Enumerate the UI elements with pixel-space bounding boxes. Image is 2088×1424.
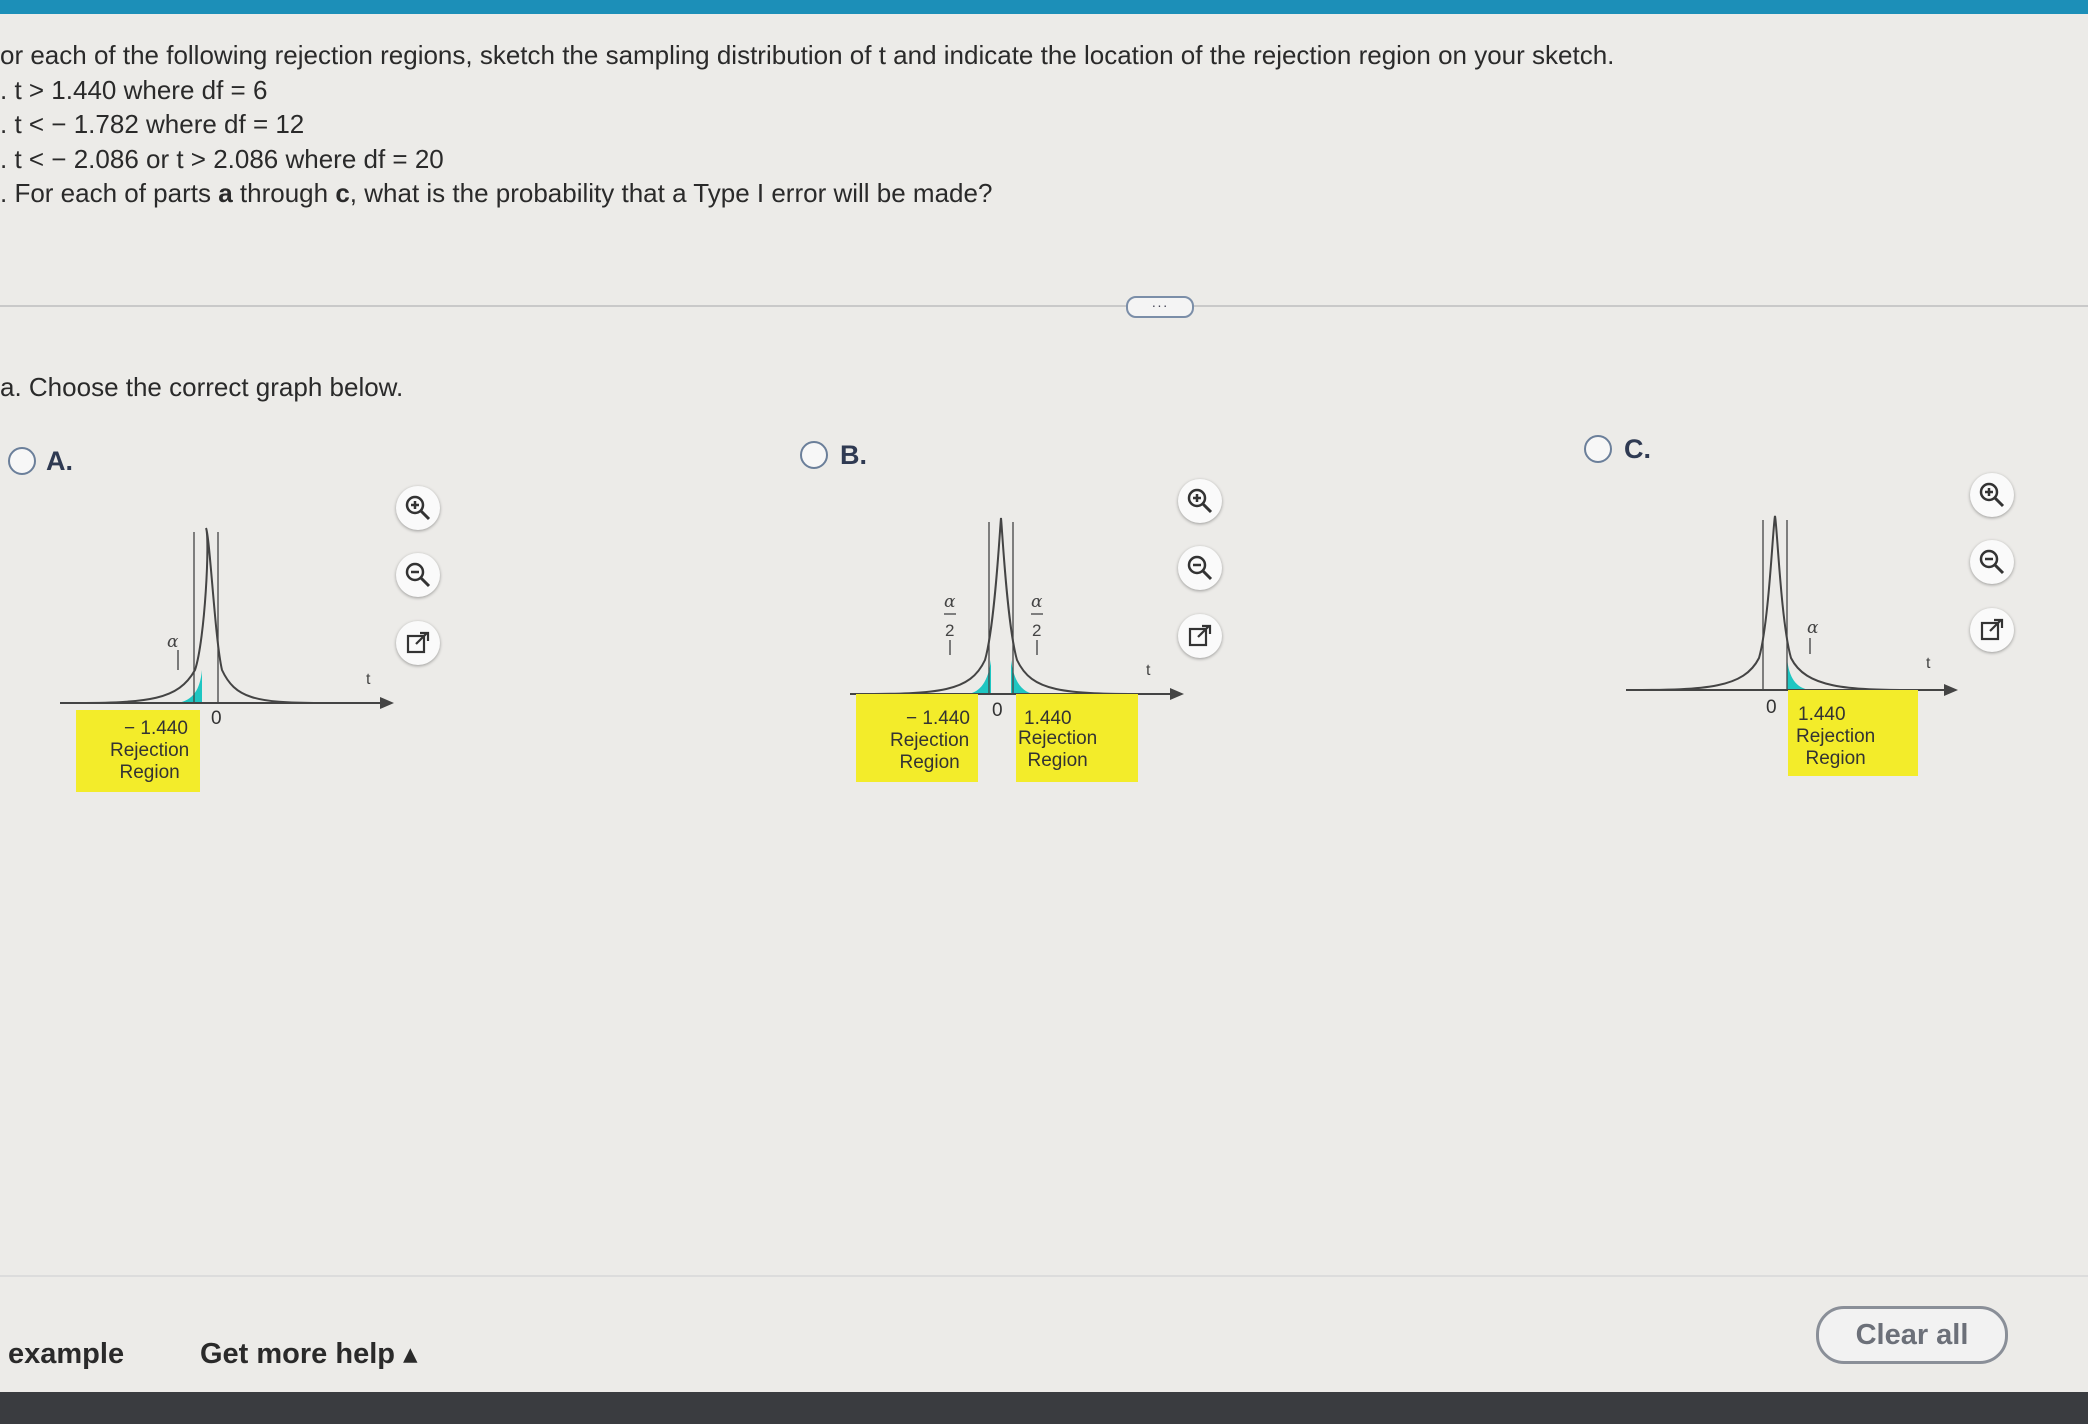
subquestion-prompt: a. Choose the correct graph below. [0, 372, 404, 402]
more-button[interactable]: ··· [1126, 296, 1194, 318]
question-text: or each of the following rejection regio… [0, 38, 1614, 211]
top-bar [0, 0, 2088, 14]
radio-icon[interactable] [8, 447, 36, 475]
axis-arrow [1170, 688, 1184, 700]
pop-out-icon[interactable] [396, 621, 440, 665]
zero-label: 0 [211, 708, 222, 729]
right-rejection-region-label: Rejection Region [1018, 728, 1098, 771]
axis-label: t [1146, 662, 1151, 679]
zoom-in-icon[interactable] [1178, 479, 1222, 523]
alpha-label: α [1031, 592, 1043, 612]
zoom-out-icon[interactable] [396, 553, 440, 597]
option-a-letter: A. [46, 446, 73, 476]
left-rejection-region-label: Rejection Region [890, 730, 970, 773]
pop-out-icon[interactable] [1178, 614, 1222, 658]
radio-icon[interactable] [1584, 435, 1612, 463]
question-part-a: . t > 1.440 where df = 6 [0, 74, 268, 105]
zoom-out-icon[interactable] [1970, 540, 2014, 584]
zoom-out-icon[interactable] [1178, 546, 1222, 590]
rejection-region-label: Rejection Region [110, 740, 190, 783]
screen-bottom-bezel [0, 1392, 2088, 1424]
get-more-help-button[interactable]: Get more help ▴ [200, 1336, 418, 1371]
distribution-curve [1630, 515, 1917, 691]
option-c-letter: C. [1624, 434, 1651, 464]
question-intro: or each of the following rejection regio… [0, 40, 1615, 70]
question-part-c: . t < − 2.086 or t > 2.086 where df = 20 [0, 143, 444, 174]
zero-label: 0 [992, 700, 1003, 721]
zero-label: 0 [1766, 697, 1777, 718]
section-divider [0, 305, 2088, 307]
example-link[interactable]: example [8, 1338, 124, 1371]
alpha-denominator: 2 [945, 621, 954, 640]
critical-value-label: − 1.440 [124, 718, 188, 739]
alpha-label: α [1807, 618, 1819, 638]
right-critical-value-label: 1.440 [1024, 708, 1072, 729]
question-part-b: . t < − 1.782 where df = 12 [0, 109, 305, 139]
left-critical-value-label: − 1.440 [906, 708, 970, 729]
zoom-in-icon[interactable] [396, 486, 440, 530]
alpha-denominator: 2 [1032, 621, 1041, 640]
question-part-d: . For each of parts a through c, what is… [0, 178, 993, 208]
distribution-curve [854, 517, 1151, 695]
axis-arrow [1944, 684, 1958, 696]
radio-icon[interactable] [800, 441, 828, 469]
critical-value-label: 1.440 [1798, 704, 1846, 725]
zoom-in-icon[interactable] [1970, 473, 2014, 517]
distribution-curve [69, 527, 321, 704]
axis-arrow [380, 697, 394, 709]
footer-divider [0, 1275, 2088, 1277]
axis-label: t [366, 671, 371, 688]
rejection-region-label: Rejection Region [1796, 726, 1876, 769]
clear-all-button[interactable]: Clear all [1816, 1306, 2008, 1364]
pop-out-icon[interactable] [1970, 608, 2014, 652]
option-b-letter: B. [840, 440, 867, 470]
axis-label: t [1926, 655, 1931, 672]
alpha-label: α [944, 592, 956, 612]
alpha-label: α [167, 632, 179, 652]
